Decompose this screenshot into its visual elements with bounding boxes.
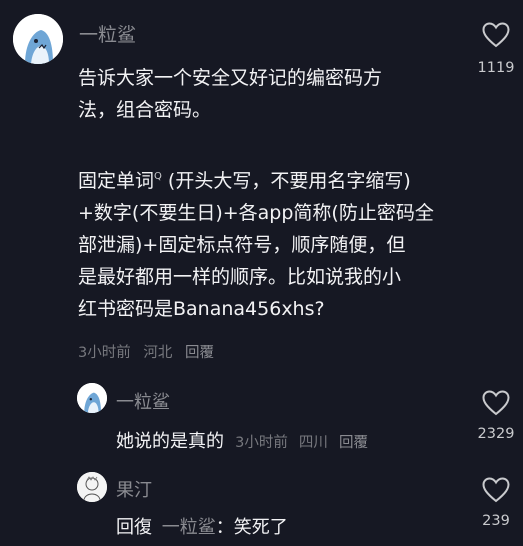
heart-icon	[482, 22, 510, 48]
comment-line: 部泄漏)+固定标点符号，顺序随便，但	[78, 234, 406, 256]
reply-button[interactable]: 回覆	[339, 435, 368, 451]
reply-body: 她说的是真的 3小时前 四川 回覆	[116, 427, 368, 453]
comment-line: 告诉大家一个安全又好记的编密码方	[78, 67, 383, 89]
comment-line: 红书密码是Banana456xhs?	[78, 298, 325, 320]
comment-line: 固定单词Q (开头大写，不要用名字缩写)	[78, 161, 434, 197]
heart-icon	[482, 477, 510, 503]
shark-avatar-icon	[13, 14, 63, 64]
comment-line: 法，组合密码。	[78, 99, 212, 121]
comment-text: 告诉大家一个安全又好记的编密码方 法，组合密码。 固定单词Q (开头大写，不要用…	[78, 62, 434, 325]
reply-body: 回復 一粒鲨：笑死了	[116, 513, 288, 539]
reply-username[interactable]: 一粒鲨	[116, 388, 170, 414]
comment-line-suffix: (开头大写，不要用名字缩写)	[161, 170, 411, 192]
mention-link[interactable]: 一粒鲨	[162, 517, 216, 538]
reply-text: ：笑死了	[215, 517, 288, 538]
reply-text: 她说的是真的	[116, 431, 224, 452]
avatar[interactable]	[77, 472, 107, 502]
like-button[interactable]	[482, 390, 510, 416]
avatar[interactable]	[77, 383, 107, 413]
like-count: 239	[482, 513, 510, 529]
comment-meta: 3小时前 河北 回覆	[78, 341, 214, 362]
shark-avatar-icon	[77, 383, 107, 413]
comment-time: 3小时前	[78, 345, 131, 361]
reply-location: 四川	[298, 435, 328, 451]
reply-prefix: 回復	[116, 517, 152, 538]
like-count: 1119	[477, 60, 515, 76]
sketch-avatar-icon	[77, 472, 107, 502]
comment-username[interactable]: 一粒鲨	[79, 20, 136, 47]
like-button[interactable]	[482, 22, 510, 48]
search-hint-icon[interactable]: Q	[154, 171, 162, 182]
heart-icon	[482, 390, 510, 416]
comment-location: 河北	[143, 345, 173, 361]
like-count: 2329	[477, 426, 515, 442]
search-keyword[interactable]: 固定单词	[78, 170, 154, 192]
like-button[interactable]	[482, 477, 510, 503]
reply-time: 3小时前	[235, 435, 288, 451]
reply-button[interactable]: 回覆	[185, 345, 214, 361]
reply-username[interactable]: 果汀	[116, 476, 152, 502]
avatar[interactable]	[13, 14, 63, 64]
comment-line: +数字(不要生日)+各app简称(防止密码全	[78, 202, 434, 224]
comment-line: 是最好都用一样的顺序。比如说我的小	[78, 266, 402, 288]
